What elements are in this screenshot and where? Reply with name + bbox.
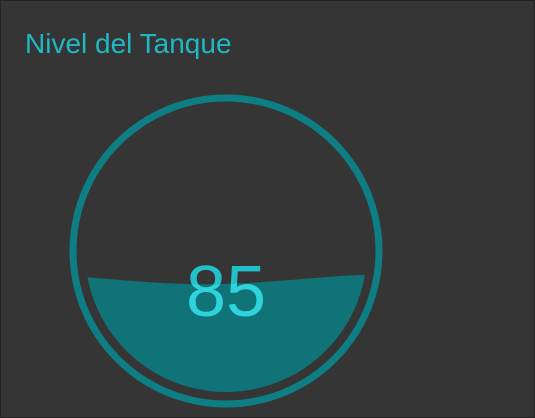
gauge-svg: 85 85 <box>69 94 383 408</box>
liquid-fill-gauge: 85 85 <box>68 93 384 409</box>
widget-title: Nivel del Tanque <box>25 28 232 59</box>
tank-level-widget: Nivel del Tanque 85 85 <box>0 0 535 418</box>
